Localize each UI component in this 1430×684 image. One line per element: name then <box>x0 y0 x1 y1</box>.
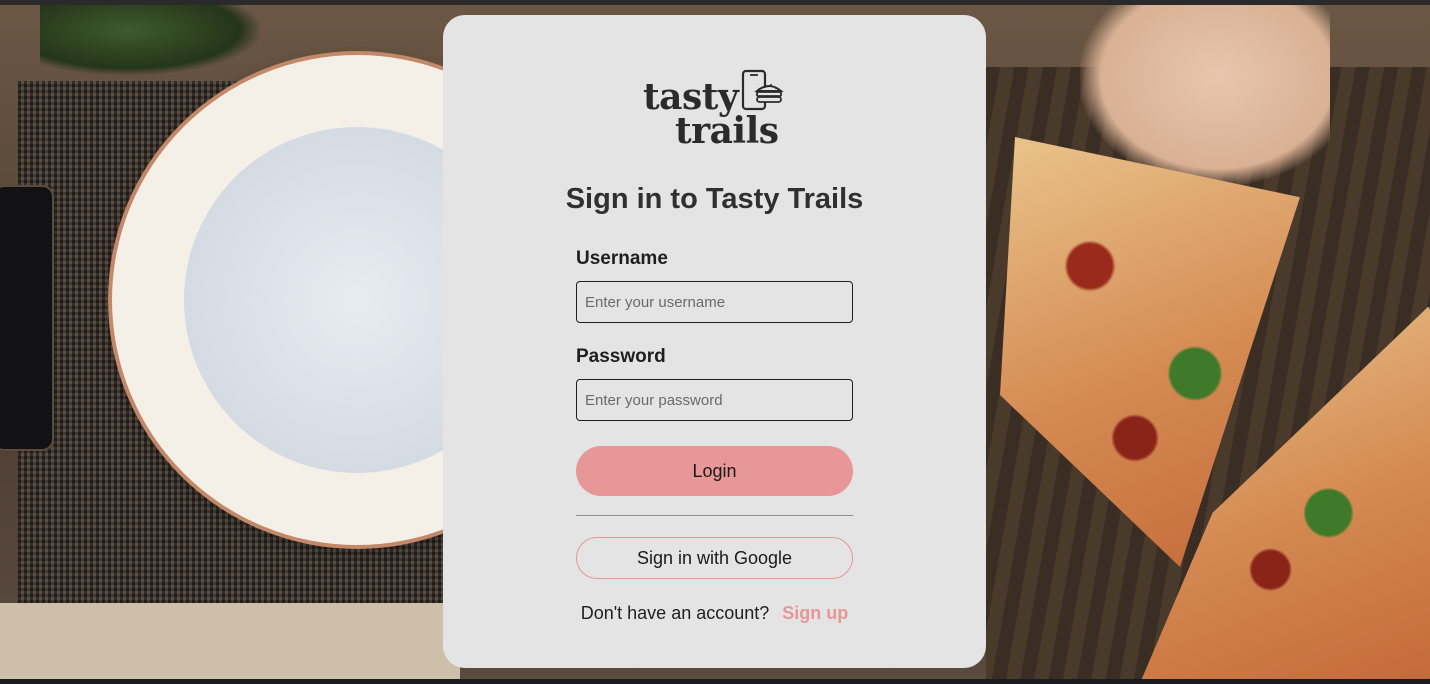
greenery-decoration <box>40 5 260 75</box>
login-button[interactable]: Login <box>576 446 853 496</box>
logo-word-trails: trails <box>675 110 779 152</box>
password-label: Password <box>576 346 666 367</box>
login-card: tasty trails Sign in to Tasty Trails Use… <box>443 15 986 668</box>
google-signin-button[interactable]: Sign in with Google <box>576 537 853 579</box>
password-input[interactable] <box>576 379 853 421</box>
tasty-trails-logo: tasty trails <box>641 69 787 149</box>
hand-decoration <box>1080 5 1330 185</box>
username-label: Username <box>576 248 668 269</box>
page-title: Sign in to Tasty Trails <box>565 183 864 215</box>
counter-decoration <box>0 603 460 679</box>
signup-link[interactable]: Sign up <box>782 603 848 623</box>
divider <box>576 515 853 516</box>
signup-prompt: Don't have an account? <box>580 603 770 623</box>
phone-food-icon <box>741 69 784 111</box>
username-input[interactable] <box>576 281 853 323</box>
phone-decoration <box>0 187 52 449</box>
signup-row: Don't have an account? Sign up <box>443 603 986 624</box>
